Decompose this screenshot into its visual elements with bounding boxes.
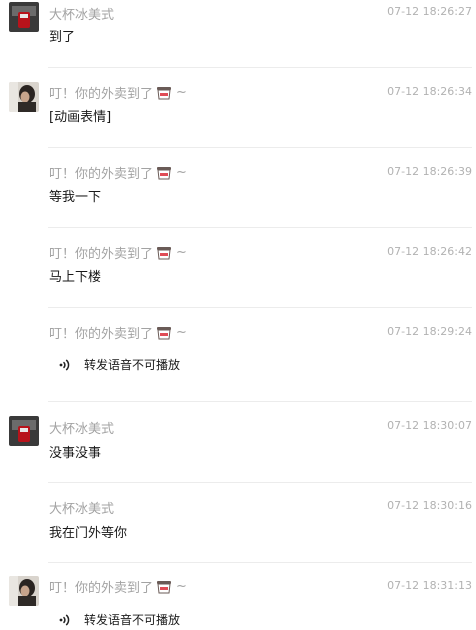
sender-name: 叮！你的外卖到了 ~ <box>49 577 187 596</box>
divider <box>48 307 472 308</box>
message-text: 马上下楼 <box>49 270 102 285</box>
message-text: 等我一下 <box>49 190 102 205</box>
sender-name-text: 叮！你的外卖到了 <box>49 247 154 262</box>
message-time: 07-12 18:30:07 <box>387 419 472 432</box>
avatar[interactable] <box>9 82 39 112</box>
voice-message-text: 转发语音不可播放 <box>84 358 181 372</box>
sender-name: 叮！你的外卖到了 ~ <box>49 243 187 262</box>
sender-name-text: 叮！你的外卖到了 <box>49 581 154 596</box>
takeaway-cup-icon <box>156 86 172 100</box>
sender-name: 叮！你的外卖到了 ~ <box>49 163 187 182</box>
message-time: 07-12 18:29:24 <box>387 325 472 338</box>
takeaway-cup-icon <box>156 580 172 594</box>
avatar[interactable] <box>9 416 39 446</box>
message-text: 没事没事 <box>49 446 102 461</box>
divider <box>48 147 472 148</box>
voice-message[interactable]: 转发语音不可播放 <box>58 611 180 628</box>
divider <box>48 482 472 483</box>
sender-tilde: ~ <box>176 245 187 260</box>
sender-tilde: ~ <box>176 325 187 340</box>
message-time: 07-12 18:26:42 <box>387 245 472 258</box>
voice-wave-icon <box>58 358 72 372</box>
avatar[interactable] <box>9 576 39 606</box>
sender-name-text: 叮！你的外卖到了 <box>49 167 154 182</box>
sender-name-text: 叮！你的外卖到了 <box>49 327 154 342</box>
sender-name: 大杯冰美式 <box>49 502 115 517</box>
message-time: 07-12 18:26:39 <box>387 165 472 178</box>
takeaway-cup-icon <box>156 166 172 180</box>
divider <box>48 401 472 402</box>
sender-name: 叮！你的外卖到了 ~ <box>49 323 187 342</box>
message-text: 我在门外等你 <box>49 526 128 541</box>
message-time: 07-12 18:31:13 <box>387 579 472 592</box>
message-time: 07-12 18:26:27 <box>387 5 472 18</box>
sender-name: 大杯冰美式 <box>49 8 115 23</box>
avatar[interactable] <box>9 2 39 32</box>
voice-message[interactable]: 转发语音不可播放 <box>58 356 180 373</box>
sender-name: 叮！你的外卖到了 ~ <box>49 83 187 102</box>
message-time: 07-12 18:26:34 <box>387 85 472 98</box>
divider <box>48 67 472 68</box>
message-time: 07-12 18:30:16 <box>387 499 472 512</box>
takeaway-cup-icon <box>156 326 172 340</box>
sender-tilde: ~ <box>176 85 187 100</box>
divider <box>48 562 472 563</box>
voice-message-text: 转发语音不可播放 <box>84 613 181 627</box>
sender-tilde: ~ <box>176 165 187 180</box>
divider <box>48 227 472 228</box>
sender-name: 大杯冰美式 <box>49 422 115 437</box>
sender-name-text: 叮！你的外卖到了 <box>49 87 154 102</box>
takeaway-cup-icon <box>156 246 172 260</box>
message-text: [动画表情] <box>49 110 112 125</box>
voice-wave-icon <box>58 613 72 627</box>
message-text: 到了 <box>49 30 76 45</box>
sender-tilde: ~ <box>176 579 187 594</box>
